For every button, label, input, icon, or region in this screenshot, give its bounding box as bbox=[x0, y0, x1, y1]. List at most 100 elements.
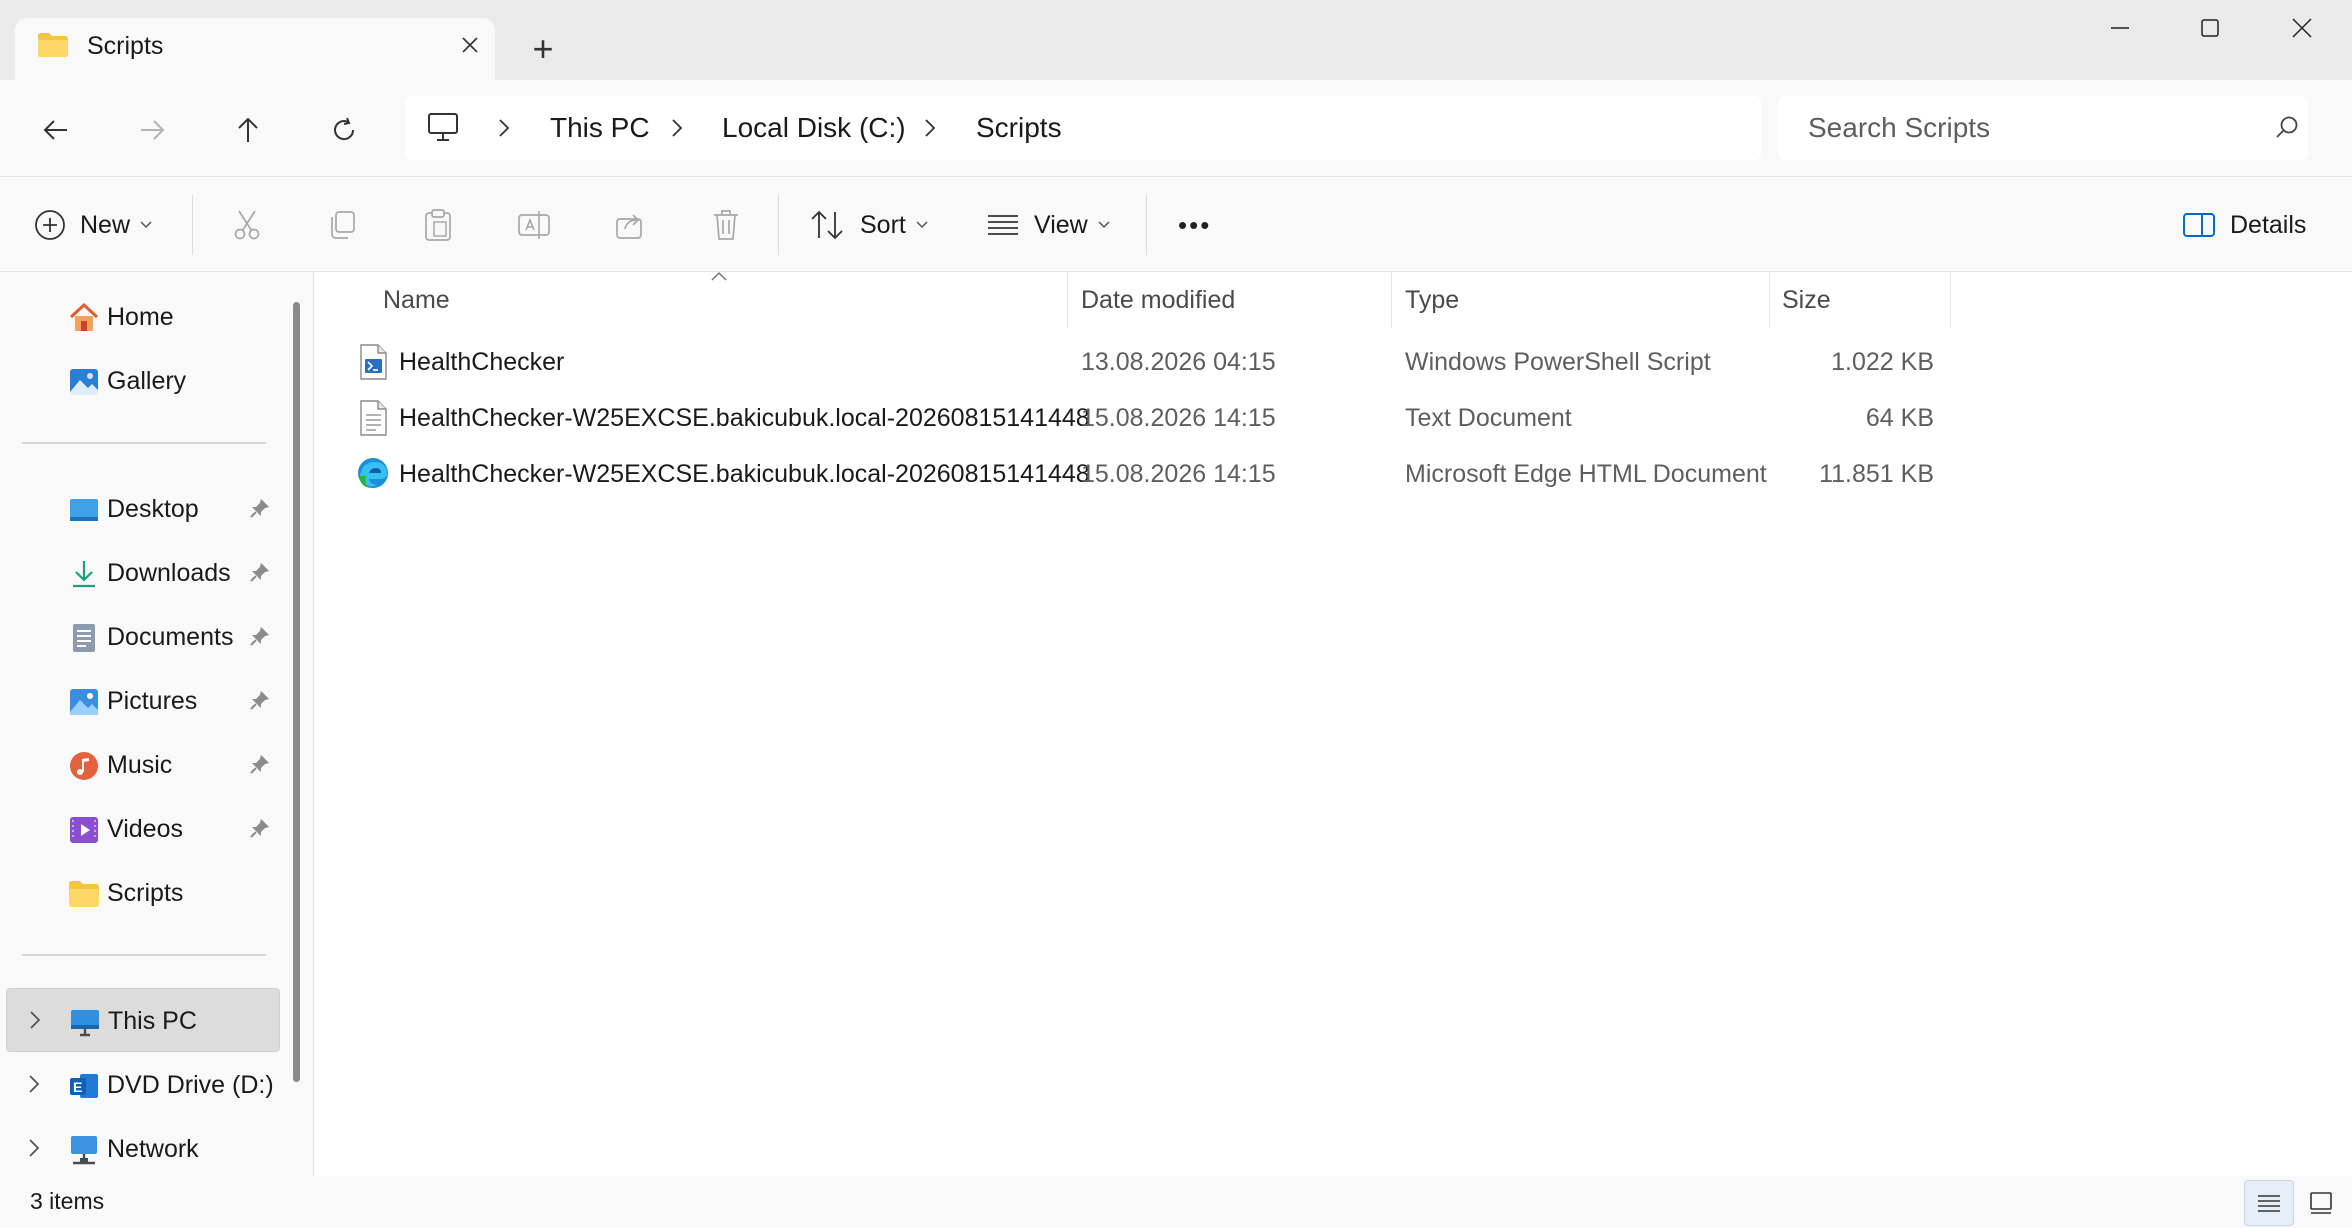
sidebar-item-label: Downloads bbox=[107, 559, 231, 587]
sidebar-item-dvd-drive[interactable]: E DVD Drive (D:) E bbox=[0, 1057, 297, 1113]
sidebar-item-desktop[interactable]: Desktop bbox=[0, 481, 290, 537]
sidebar-item-documents[interactable]: Documents bbox=[0, 609, 290, 665]
close-window-button[interactable] bbox=[2256, 0, 2348, 56]
file-name: HealthChecker bbox=[399, 348, 565, 376]
table-row[interactable]: HealthChecker-W25EXCSE.bakicubuk.local-2… bbox=[314, 446, 2074, 502]
close-tab-button[interactable] bbox=[452, 27, 488, 63]
folder-icon bbox=[68, 878, 100, 910]
pc-icon bbox=[69, 1006, 101, 1038]
plus-circle-icon bbox=[35, 210, 65, 240]
cut-button[interactable] bbox=[225, 203, 269, 247]
rename-icon bbox=[518, 211, 550, 239]
pin-icon[interactable] bbox=[250, 754, 270, 779]
back-button[interactable] bbox=[28, 102, 84, 158]
pin-icon[interactable] bbox=[250, 626, 270, 651]
trash-icon bbox=[714, 210, 738, 240]
file-name: HealthChecker-W25EXCSE.bakicubuk.local-2… bbox=[399, 460, 1090, 488]
sidebar-item-label: DVD Drive (D:) E bbox=[107, 1071, 298, 1099]
column-size-label: Size bbox=[1782, 286, 1831, 314]
search-icon[interactable] bbox=[2274, 114, 2300, 145]
sidebar-item-videos[interactable]: Videos bbox=[0, 801, 290, 857]
close-icon bbox=[462, 37, 478, 53]
table-row[interactable]: HealthChecker 13.08.2026 04:15 Windows P… bbox=[314, 334, 2074, 390]
pin-icon[interactable] bbox=[250, 562, 270, 587]
rename-button[interactable] bbox=[512, 203, 556, 247]
view-button[interactable]: View bbox=[986, 197, 1110, 253]
sidebar-item-scripts[interactable]: Scripts bbox=[0, 865, 290, 921]
maximize-button[interactable] bbox=[2164, 0, 2256, 56]
navigation-pane: Home Gallery Desktop Downloads Documents bbox=[0, 272, 313, 1176]
file-date: 15.08.2026 14:15 bbox=[1081, 404, 1276, 432]
svg-text:E: E bbox=[73, 1079, 82, 1095]
command-bar: New Sort View ••• Details bbox=[0, 176, 2352, 272]
column-header-name[interactable]: Name bbox=[314, 272, 1067, 328]
breadcrumb-local-disk[interactable]: Local Disk (C:) bbox=[722, 112, 906, 144]
file-size: 64 KB bbox=[1865, 404, 1934, 432]
maximize-icon bbox=[2201, 19, 2219, 37]
chevron-right-icon bbox=[490, 112, 518, 144]
pc-icon bbox=[427, 112, 459, 147]
large-icons-view-button[interactable] bbox=[2296, 1180, 2346, 1226]
pictures-icon bbox=[68, 686, 100, 718]
delete-button[interactable] bbox=[704, 203, 748, 247]
sidebar-item-label: Home bbox=[107, 303, 174, 331]
sidebar-item-label: Network bbox=[107, 1135, 199, 1163]
sidebar-item-downloads[interactable]: Downloads bbox=[0, 545, 290, 601]
sort-icon bbox=[811, 210, 843, 240]
breadcrumb-this-pc[interactable]: This PC bbox=[550, 112, 650, 144]
refresh-icon bbox=[334, 117, 355, 141]
videos-icon bbox=[68, 814, 100, 846]
details-view-button[interactable] bbox=[2244, 1180, 2294, 1226]
item-count: 3 items bbox=[30, 1188, 105, 1214]
paste-button[interactable] bbox=[416, 203, 460, 247]
address-bar[interactable]: This PC Local Disk (C:) Scripts bbox=[405, 96, 1761, 160]
scissors-icon bbox=[234, 210, 260, 240]
sort-button[interactable]: Sort bbox=[810, 197, 928, 253]
table-row[interactable]: HealthChecker-W25EXCSE.bakicubuk.local-2… bbox=[314, 390, 2074, 446]
pin-icon[interactable] bbox=[250, 690, 270, 715]
chevron-right-icon[interactable] bbox=[28, 1138, 40, 1163]
sidebar-item-network[interactable]: Network bbox=[0, 1121, 290, 1177]
sidebar-item-gallery[interactable]: Gallery bbox=[0, 353, 290, 409]
new-button[interactable]: New bbox=[34, 197, 152, 253]
chevron-right-icon[interactable] bbox=[28, 1074, 40, 1099]
refresh-button[interactable] bbox=[316, 102, 372, 158]
minimize-button[interactable] bbox=[2074, 0, 2166, 56]
large-icons-view-icon bbox=[2310, 1192, 2332, 1214]
search-input[interactable]: Search Scripts bbox=[1778, 96, 2308, 160]
forward-button[interactable] bbox=[124, 102, 180, 158]
pin-icon[interactable] bbox=[250, 498, 270, 523]
up-button[interactable] bbox=[220, 102, 276, 158]
chevron-down-icon bbox=[1098, 221, 1110, 229]
sidebar-item-home[interactable]: Home bbox=[0, 289, 290, 345]
powershell-script-icon bbox=[358, 344, 390, 380]
details-pane-button[interactable]: Details bbox=[2182, 197, 2306, 253]
details-label: Details bbox=[2230, 210, 2307, 239]
file-type: Windows PowerShell Script bbox=[1405, 348, 1711, 376]
home-icon bbox=[68, 302, 100, 334]
breadcrumb-scripts[interactable]: Scripts bbox=[976, 112, 1062, 144]
text-document-icon bbox=[358, 400, 390, 436]
gallery-icon bbox=[68, 366, 100, 398]
more-options-button[interactable]: ••• bbox=[1178, 197, 1211, 253]
sidebar-item-label: Music bbox=[107, 751, 173, 779]
column-divider[interactable] bbox=[1950, 272, 1951, 328]
sidebar-item-label: This PC bbox=[108, 1007, 197, 1035]
sidebar-item-pictures[interactable]: Pictures bbox=[0, 673, 290, 729]
pin-icon[interactable] bbox=[250, 818, 270, 843]
sidebar-scrollbar[interactable] bbox=[293, 302, 300, 1082]
sidebar-item-music[interactable]: Music bbox=[0, 737, 290, 793]
share-button[interactable] bbox=[608, 203, 652, 247]
column-name-label: Name bbox=[383, 286, 450, 314]
column-header-type[interactable]: Type bbox=[1392, 272, 1768, 328]
chevron-right-icon[interactable] bbox=[29, 1010, 41, 1035]
tab-scripts[interactable]: Scripts bbox=[15, 18, 495, 80]
sidebar-item-this-pc[interactable]: This PC bbox=[6, 988, 280, 1052]
new-tab-button[interactable]: + bbox=[520, 28, 566, 70]
column-header-size[interactable]: Size bbox=[1770, 272, 1950, 328]
column-header-date[interactable]: Date modified bbox=[1068, 272, 1390, 328]
address-row: This PC Local Disk (C:) Scripts Search S… bbox=[0, 80, 2352, 176]
sidebar-item-label: Pictures bbox=[107, 687, 198, 715]
file-date: 13.08.2026 04:15 bbox=[1081, 348, 1276, 376]
copy-button[interactable] bbox=[320, 203, 364, 247]
